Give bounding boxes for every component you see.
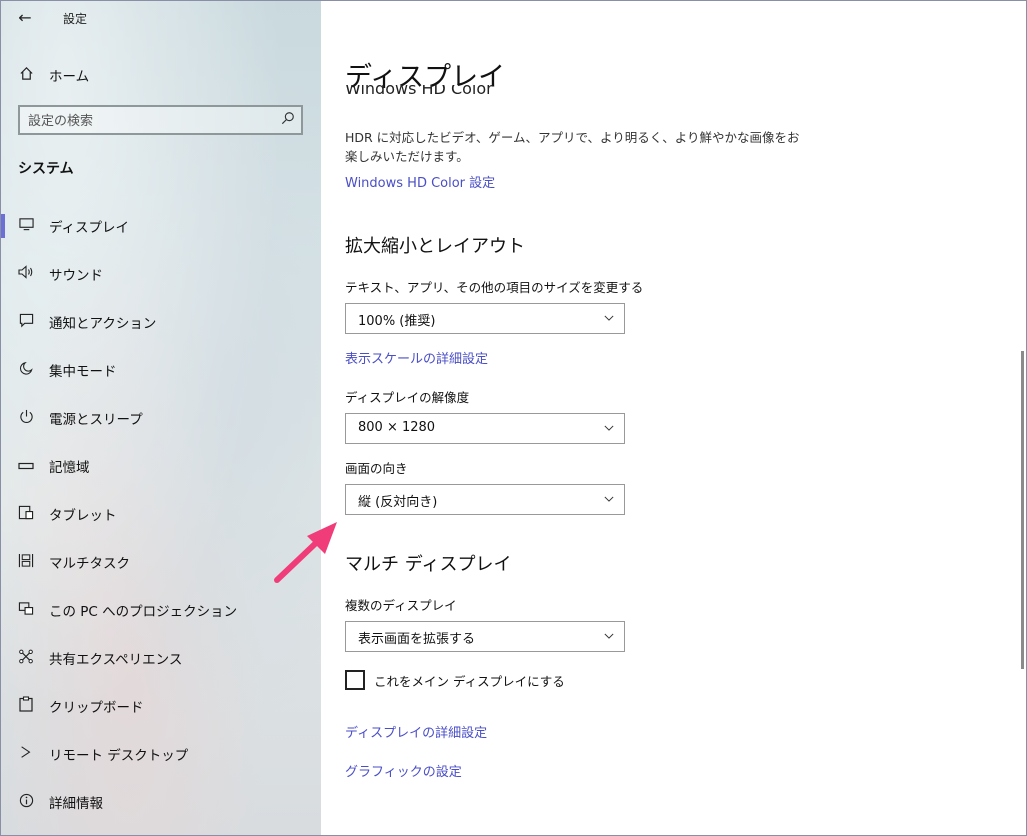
sidebar-item-label: 集中モード: [49, 364, 117, 380]
chevron-down-icon: [604, 315, 614, 321]
sidebar: ← 設定 ホーム システム ディスプレイ サ: [1, 1, 321, 835]
info-icon: [17, 793, 35, 812]
chevron-down-icon: [604, 496, 614, 502]
hd-color-heading-partial: Windows HD Color: [345, 85, 645, 97]
sidebar-item-label: マルチタスク: [49, 556, 130, 572]
multitask-icon: [17, 553, 35, 572]
orientation-label: 画面の向き: [345, 461, 408, 476]
section-title: システム: [18, 161, 74, 177]
scrollbar[interactable]: [1021, 351, 1024, 669]
sidebar-item-power[interactable]: 電源とスリープ: [1, 398, 321, 438]
notification-icon: [17, 313, 35, 332]
projection-icon: [17, 601, 35, 620]
advanced-display-link[interactable]: ディスプレイの詳細設定: [345, 722, 487, 741]
sidebar-item-label: ホーム: [49, 69, 90, 85]
sidebar-item-label: 記憶域: [49, 460, 90, 476]
power-icon: [17, 409, 35, 428]
search-icon[interactable]: [281, 111, 295, 129]
multiple-displays-dropdown[interactable]: 表示画面を拡張する: [345, 621, 625, 652]
scale-layout-heading: 拡大縮小とレイアウト: [345, 236, 525, 257]
multiple-displays-value: 表示画面を拡張する: [358, 632, 476, 647]
advanced-scale-link[interactable]: 表示スケールの詳細設定: [345, 348, 488, 367]
scale-dropdown[interactable]: 100% (推奨): [345, 303, 625, 334]
main-content: ディスプレイ Windows HD Color HDR に対応したビデオ、ゲーム…: [321, 1, 1026, 835]
sidebar-item-label: 電源とスリープ: [49, 412, 143, 428]
annotation-arrow-icon: [274, 522, 337, 583]
sidebar-item-remote-desktop[interactable]: リモート デスクトップ: [1, 734, 321, 774]
sidebar-item-focus[interactable]: 集中モード: [1, 350, 321, 390]
sidebar-item-projection[interactable]: この PC へのプロジェクション: [1, 590, 321, 630]
storage-icon: [17, 458, 35, 474]
sidebar-item-label: リモート デスクトップ: [49, 748, 189, 764]
chevron-down-icon: [604, 425, 614, 431]
multiple-displays-label: 複数のディスプレイ: [345, 598, 457, 613]
sidebar-item-label: クリップボード: [49, 700, 144, 716]
main-display-checkbox-label[interactable]: これをメイン ディスプレイにする: [374, 671, 565, 690]
settings-window: ← 設定 ホーム システム ディスプレイ サ: [0, 0, 1027, 836]
orientation-dropdown[interactable]: 縦 (反対向き): [345, 484, 625, 515]
sidebar-item-label: 通知とアクション: [49, 316, 157, 332]
scale-value: 100% (推奨): [358, 314, 436, 329]
hd-color-settings-link[interactable]: Windows HD Color 設定: [345, 172, 495, 191]
moon-icon: [17, 361, 35, 380]
main-display-checkbox[interactable]: [345, 670, 365, 690]
sidebar-item-label: ディスプレイ: [49, 220, 130, 236]
remote-icon: [17, 745, 35, 764]
sidebar-item-sound[interactable]: サウンド: [1, 254, 321, 294]
resolution-dropdown[interactable]: 800 × 1280: [345, 413, 625, 444]
home-icon: [17, 66, 35, 85]
sidebar-item-clipboard[interactable]: クリップボード: [1, 686, 321, 726]
sidebar-item-about[interactable]: 詳細情報: [1, 782, 321, 822]
chevron-down-icon: [604, 633, 614, 639]
search-box[interactable]: [18, 105, 303, 135]
sidebar-item-label: タブレット: [49, 508, 117, 524]
resolution-value: 800 × 1280: [358, 420, 436, 435]
app-title: 設定: [63, 12, 88, 26]
sidebar-item-storage[interactable]: 記憶域: [1, 446, 321, 486]
resolution-label: ディスプレイの解像度: [345, 390, 470, 405]
sidebar-item-label: サウンド: [49, 268, 103, 284]
monitor-icon: [17, 217, 35, 235]
sidebar-item-shared-experiences[interactable]: 共有エクスペリエンス: [1, 638, 321, 678]
sidebar-item-label: 詳細情報: [49, 796, 103, 812]
sidebar-item-notifications[interactable]: 通知とアクション: [1, 302, 321, 342]
sidebar-item-display[interactable]: ディスプレイ: [1, 206, 321, 246]
sidebar-item-label: 共有エクスペリエンス: [49, 652, 183, 668]
title-bar: ← 設定: [1, 1, 321, 35]
speaker-icon: [17, 265, 35, 283]
hd-color-heading-text: Windows HD Color: [345, 85, 493, 97]
text-size-label: テキスト、アプリ、その他の項目のサイズを変更する: [345, 280, 644, 295]
search-input[interactable]: [28, 111, 268, 131]
back-arrow-icon: ←: [18, 8, 32, 27]
sidebar-item-label: この PC へのプロジェクション: [49, 604, 238, 620]
multi-display-heading: マルチ ディスプレイ: [345, 554, 512, 575]
tablet-icon: [17, 505, 35, 524]
graphics-settings-link[interactable]: グラフィックの設定: [345, 761, 462, 780]
clipboard-icon: [17, 696, 35, 716]
hdr-description: HDR に対応したビデオ、ゲーム、アプリで、より明るく、より鮮やかな画像をお楽し…: [345, 130, 800, 164]
sidebar-item-home[interactable]: ホーム: [1, 55, 321, 95]
share-icon: [17, 649, 35, 668]
back-button[interactable]: ←: [13, 7, 37, 29]
orientation-value: 縦 (反対向き): [358, 495, 438, 510]
